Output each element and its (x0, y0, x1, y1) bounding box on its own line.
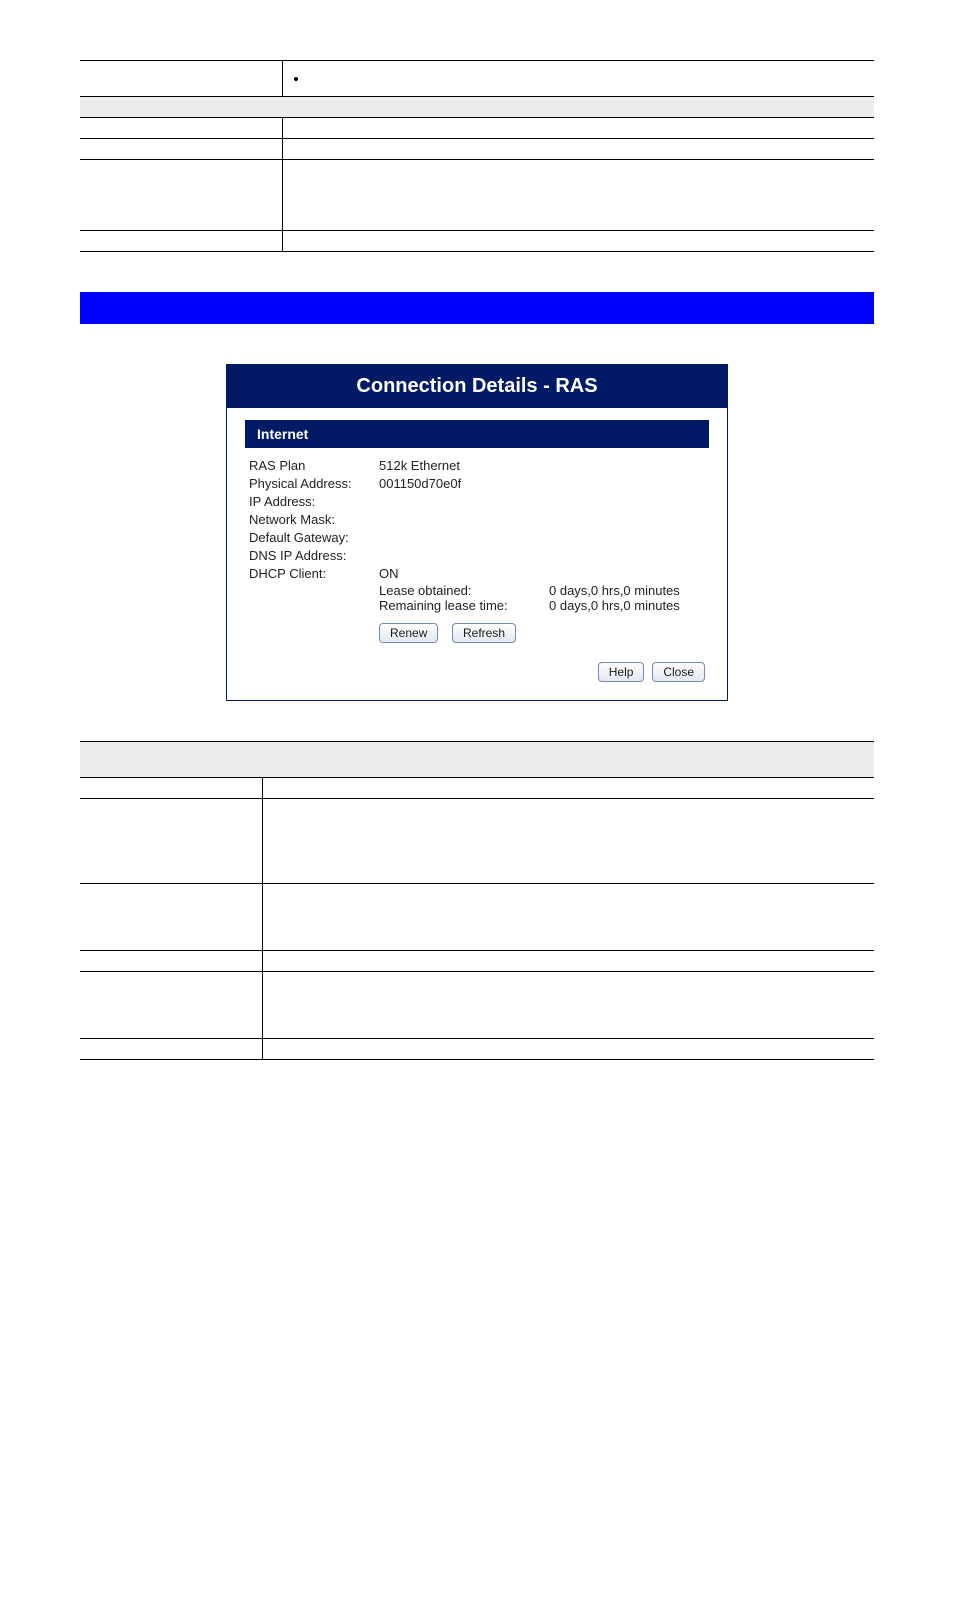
row-label (80, 231, 283, 252)
field-dns-ip: DNS IP Address: (249, 548, 705, 563)
row-label (80, 1039, 263, 1060)
field-label: DNS IP Address: (249, 548, 379, 563)
top-table-bullet-label (80, 61, 283, 97)
row-value (283, 160, 875, 231)
table-row (80, 778, 874, 799)
window-title: Connection Details - RAS (227, 365, 727, 408)
window-body: Internet RAS Plan 512k Ethernet Physical… (227, 420, 727, 700)
row-label (80, 884, 263, 951)
row-value (283, 118, 875, 139)
row-value (263, 1039, 875, 1060)
lease-obtained-label: Lease obtained: (379, 583, 549, 598)
bottom-table-section-header-text (80, 742, 874, 778)
field-value (379, 530, 705, 545)
table-row (80, 884, 874, 951)
field-physical-address: Physical Address: 001150d70e0f (249, 476, 705, 491)
row-value (263, 884, 875, 951)
field-label: Default Gateway: (249, 530, 379, 545)
top-table-bullet (309, 71, 868, 86)
field-network-mask: Network Mask: (249, 512, 705, 527)
field-label: RAS Plan (249, 458, 379, 473)
help-button[interactable]: Help (598, 662, 645, 682)
connection-details-window: Connection Details - RAS Internet RAS Pl… (226, 364, 728, 701)
top-table-bullet-cell (283, 61, 875, 97)
row-label (80, 951, 263, 972)
remaining-lease-label: Remaining lease time: (379, 598, 549, 613)
table-row (80, 799, 874, 884)
row-label (80, 799, 263, 884)
field-value: 512k Ethernet (379, 458, 705, 473)
field-ras-plan: RAS Plan 512k Ethernet (249, 458, 705, 473)
table-row (80, 972, 874, 1039)
field-label: DHCP Client: (249, 566, 379, 643)
row-label (80, 972, 263, 1039)
field-label: Physical Address: (249, 476, 379, 491)
row-label (80, 118, 283, 139)
row-value (263, 799, 875, 884)
field-label: Network Mask: (249, 512, 379, 527)
table-row (80, 139, 874, 160)
row-label (80, 139, 283, 160)
table-row (80, 231, 874, 252)
field-value (379, 494, 705, 509)
row-value (263, 972, 875, 1039)
table-row (80, 951, 874, 972)
field-dhcp-client: DHCP Client: ON Lease obtained: 0 days,0… (249, 566, 705, 643)
connection-fields: RAS Plan 512k Ethernet Physical Address:… (227, 458, 727, 643)
top-table (80, 60, 874, 252)
dhcp-status: ON (379, 566, 705, 581)
dhcp-buttons: Renew Refresh (379, 623, 705, 643)
row-label (80, 778, 263, 799)
field-default-gateway: Default Gateway: (249, 530, 705, 545)
table-row (80, 1039, 874, 1060)
field-value (379, 512, 705, 527)
row-value (263, 778, 875, 799)
top-table-section-header-text (80, 97, 874, 118)
row-label (80, 160, 283, 231)
row-value (283, 139, 875, 160)
window-footer-buttons: Help Close (227, 646, 727, 682)
field-value (379, 548, 705, 563)
dhcp-lease-grid: Lease obtained: 0 days,0 hrs,0 minutes R… (379, 583, 705, 613)
close-button[interactable]: Close (652, 662, 705, 682)
table-row (80, 160, 874, 231)
top-table-section-header (80, 97, 874, 118)
bottom-table-section-header (80, 742, 874, 778)
table-row (80, 118, 874, 139)
section-header-internet: Internet (245, 420, 709, 448)
dhcp-value-block: ON Lease obtained: 0 days,0 hrs,0 minute… (379, 566, 705, 643)
row-value (263, 951, 875, 972)
top-table-bullet-row (80, 61, 874, 97)
lease-obtained-value: 0 days,0 hrs,0 minutes (549, 583, 705, 598)
renew-button[interactable]: Renew (379, 623, 438, 643)
row-value (283, 231, 875, 252)
section-divider-bar (80, 292, 874, 324)
field-value: 001150d70e0f (379, 476, 705, 491)
remaining-lease-value: 0 days,0 hrs,0 minutes (549, 598, 705, 613)
field-ip-address: IP Address: (249, 494, 705, 509)
field-label: IP Address: (249, 494, 379, 509)
bottom-table (80, 741, 874, 1060)
refresh-button[interactable]: Refresh (452, 623, 516, 643)
page: Connection Details - RAS Internet RAS Pl… (0, 0, 954, 1612)
